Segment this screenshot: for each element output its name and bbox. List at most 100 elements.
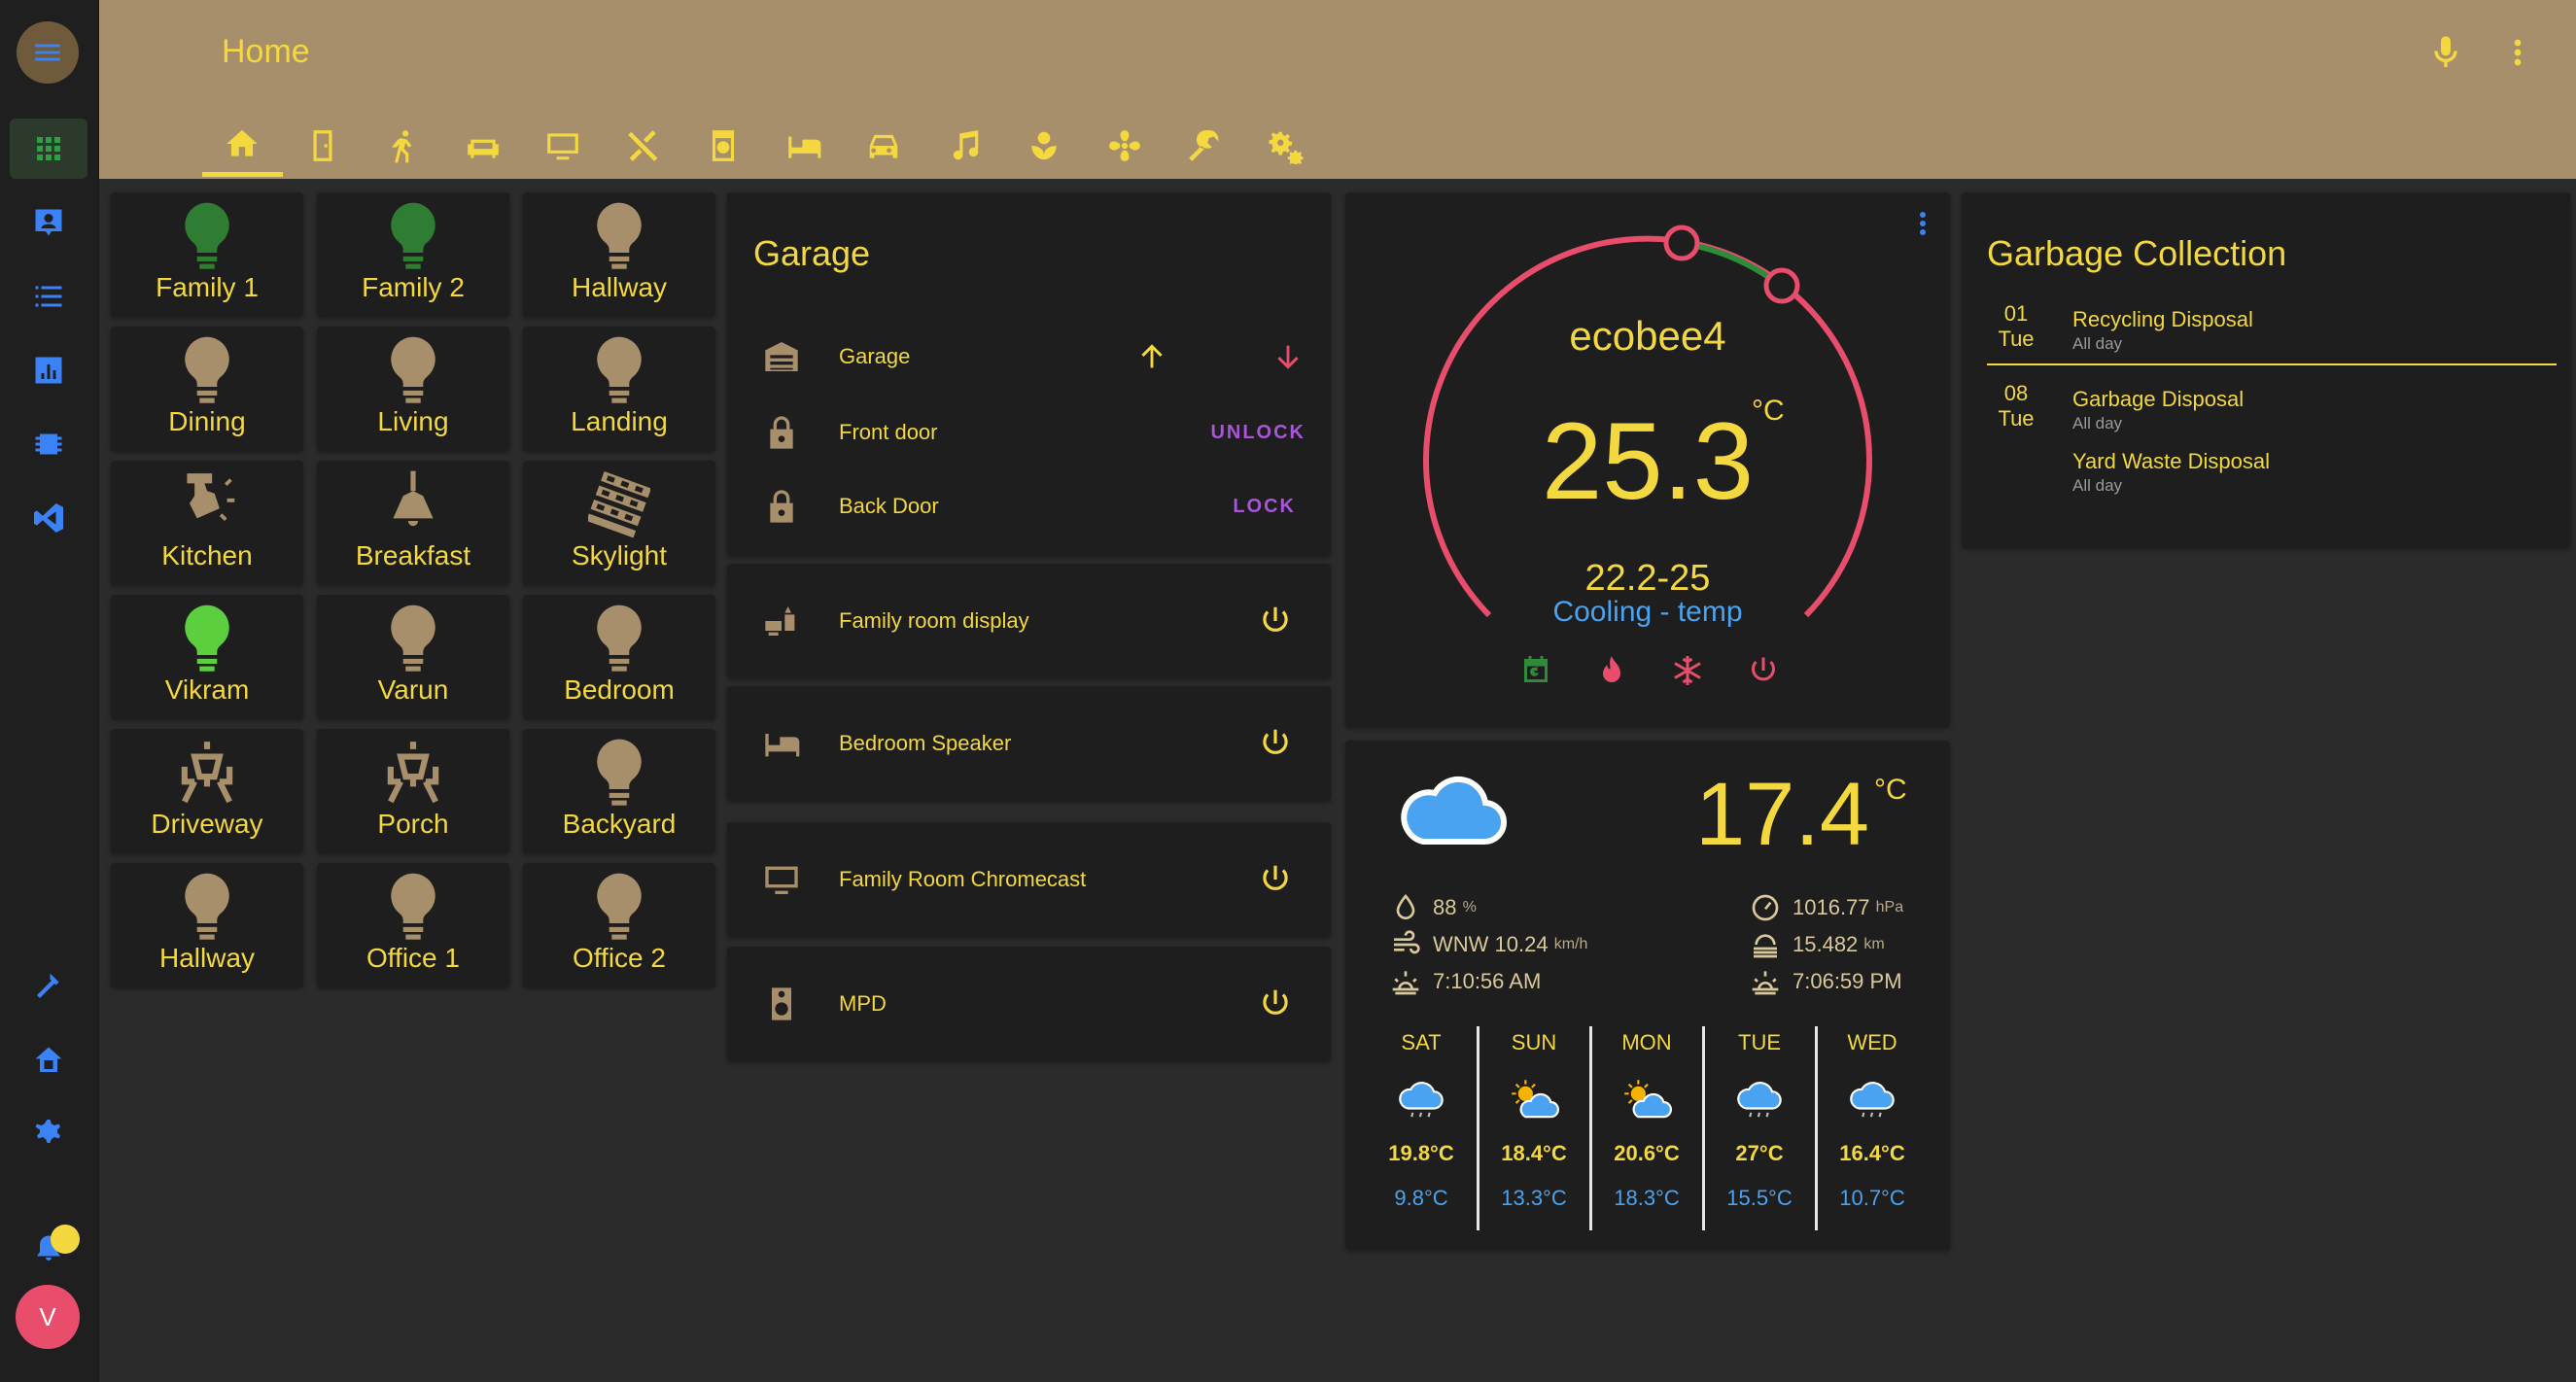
account-box-icon <box>35 209 62 236</box>
light-tile[interactable]: Breakfast <box>317 461 509 585</box>
light-tile[interactable]: Family 2 <box>317 192 509 317</box>
garage-card: Garage Garage Front door UNLOCK Back Doo… <box>727 192 1331 556</box>
avatar[interactable]: V <box>16 1285 80 1349</box>
arrow-down-icon[interactable] <box>1271 340 1305 373</box>
light-tile[interactable]: Kitchen <box>111 461 303 585</box>
event-group: 01 Tue Recycling Disposal All day <box>1987 299 2557 365</box>
partly-sunny-icon <box>1624 1080 1672 1119</box>
microphone-icon[interactable] <box>2426 33 2465 72</box>
washer-icon <box>713 130 735 161</box>
light-tile[interactable]: Hallway <box>523 192 715 317</box>
event-name[interactable]: Yard Waste Disposal <box>2072 449 2270 474</box>
arrow-up-icon[interactable] <box>1135 340 1168 373</box>
sidebar-item-developer-tools[interactable] <box>10 956 87 1017</box>
power-icon[interactable] <box>1257 603 1294 639</box>
tab-person[interactable] <box>363 115 443 177</box>
light-tile[interactable]: Living <box>317 327 509 451</box>
light-tile[interactable]: Backyard <box>523 729 715 853</box>
card-title: Garbage Collection <box>1987 233 2287 273</box>
sunset-row: 7:06:59 PM <box>1750 966 1902 997</box>
bulb-icon <box>185 202 229 269</box>
weather-unit: °C <box>1874 774 1907 806</box>
light-tile[interactable]: Vikram <box>111 595 303 719</box>
weather-temp: 17.4 <box>1695 765 1870 864</box>
light-tile[interactable]: Dining <box>111 327 303 451</box>
sidebar-item-history[interactable] <box>10 340 87 400</box>
forecast-low: 9.8°C <box>1394 1186 1448 1210</box>
tab-fan[interactable] <box>1085 115 1166 177</box>
tab-media[interactable] <box>523 115 604 177</box>
sidebar-item-settings[interactable] <box>10 1104 87 1164</box>
gauge-icon <box>1752 894 1779 921</box>
tile-label: Landing <box>571 406 668 436</box>
notification-badge <box>51 1225 80 1254</box>
car-icon <box>870 134 898 158</box>
tab-tools[interactable] <box>1165 115 1245 177</box>
tile-label: Family 2 <box>362 272 465 302</box>
wrench-icon <box>1189 130 1219 161</box>
power-icon[interactable] <box>1257 861 1294 898</box>
tile-label: Driveway <box>151 809 263 839</box>
sidebar-item-addons[interactable] <box>10 414 87 474</box>
tab-laundry[interactable] <box>683 115 764 177</box>
forecast-day-name: SUN <box>1511 1030 1557 1054</box>
unlock-button[interactable]: UNLOCK <box>1210 422 1305 444</box>
tile-label: Bedroom <box>564 674 675 705</box>
event-when: All day <box>2072 476 2123 495</box>
light-tile[interactable]: Hallway <box>111 863 303 987</box>
code-editor-icon <box>34 503 63 533</box>
tab-sofa[interactable] <box>443 115 524 177</box>
tab-door[interactable] <box>283 115 364 177</box>
tab-settings[interactable] <box>1245 115 1326 177</box>
light-tile[interactable]: Family 1 <box>111 192 303 317</box>
tile-label: Family 1 <box>156 272 259 302</box>
tile-label: Breakfast <box>355 540 471 570</box>
light-tile[interactable]: Office 2 <box>523 863 715 987</box>
sidebar-item-hacs[interactable] <box>10 1030 87 1090</box>
light-tile[interactable]: Landing <box>523 327 715 451</box>
tab-garden[interactable] <box>1004 115 1085 177</box>
forecast-high: 20.6°C <box>1614 1141 1680 1165</box>
light-tile[interactable]: Office 1 <box>317 863 509 987</box>
event-date: 01 <box>2003 301 2029 326</box>
power-icon[interactable] <box>1257 985 1294 1022</box>
tile-label: Office 1 <box>366 943 460 973</box>
light-tile[interactable]: Driveway <box>111 729 303 853</box>
pressure-row: 1016.77 hPa <box>1750 892 1903 923</box>
forecast-day: MON 20.6°C 18.3°C <box>1590 1030 1703 1211</box>
lock-icon <box>770 490 793 523</box>
schedule-icon[interactable] <box>1518 653 1553 688</box>
power-icon[interactable] <box>1746 653 1781 688</box>
sidebar-item-notifications[interactable] <box>10 1219 87 1279</box>
sidebar-item-vscode[interactable] <box>10 488 87 548</box>
tab-home[interactable] <box>202 115 283 177</box>
rain-icon <box>1737 1082 1782 1118</box>
setpoint-high-handle[interactable] <box>1763 267 1800 304</box>
sunrise-icon <box>1392 971 1419 995</box>
lock-button[interactable]: LOCK <box>1233 496 1296 518</box>
tile-label: Hallway <box>158 943 256 973</box>
light-tile[interactable]: Varun <box>317 595 509 719</box>
forecast-day: SAT 19.8°C 9.8°C <box>1365 1030 1478 1211</box>
light-tile[interactable]: Bedroom <box>523 595 715 719</box>
event-dow: Tue <box>1998 327 2035 351</box>
tab-bedroom[interactable] <box>764 115 845 177</box>
menu-button[interactable] <box>17 21 79 84</box>
event-name[interactable]: Garbage Disposal <box>2072 387 2244 412</box>
light-tile[interactable]: Porch <box>317 729 509 853</box>
row-label: MPD <box>839 991 887 1016</box>
event-name[interactable]: Recycling Disposal <box>2072 307 2253 332</box>
snowflake-icon[interactable] <box>1670 653 1705 688</box>
flame-icon[interactable] <box>1594 653 1629 688</box>
tab-car[interactable] <box>844 115 924 177</box>
setpoint-low-handle[interactable] <box>1663 225 1700 261</box>
sidebar-item-map[interactable] <box>10 192 87 253</box>
light-tile[interactable]: Skylight <box>523 461 715 585</box>
power-icon[interactable] <box>1257 725 1294 762</box>
more-vert-icon[interactable] <box>2498 33 2537 72</box>
sidebar-item-overview[interactable] <box>10 119 87 179</box>
tab-kitchen[interactable] <box>604 115 684 177</box>
tab-music[interactable] <box>924 115 1005 177</box>
sidebar-item-logbook[interactable] <box>10 266 87 327</box>
garage-cover-row: Garage <box>727 332 1331 381</box>
